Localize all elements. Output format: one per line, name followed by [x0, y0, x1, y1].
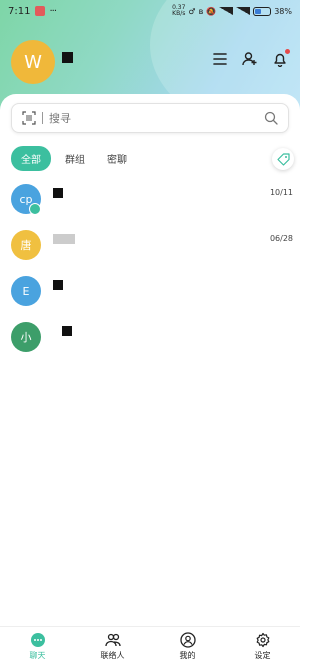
chat-name-redacted	[53, 234, 75, 244]
signal-icon	[219, 7, 234, 15]
chat-avatar: 唐	[11, 230, 41, 260]
nav-chat[interactable]: 聊天	[0, 627, 75, 666]
settings-gear-icon	[256, 632, 269, 648]
battery-value: 38	[274, 6, 285, 16]
chat-avatar-text: 小	[20, 331, 32, 344]
network-speed: 0.37 KB/s	[172, 5, 185, 17]
bottom-navigation: 聊天 联络人 我的 设定	[0, 626, 300, 666]
chat-time: 10/11	[269, 188, 293, 197]
tab-all[interactable]: 全部	[11, 146, 51, 171]
add-contact-button[interactable]	[242, 51, 258, 67]
search-icon[interactable]	[264, 111, 278, 125]
network-speed-unit: KB/s	[172, 10, 186, 17]
profile-icon	[179, 632, 196, 648]
chat-bubble-icon	[30, 633, 45, 647]
more-notifications-icon: ···	[49, 5, 57, 17]
nav-chat-label: 聊天	[29, 651, 46, 660]
tag-icon	[276, 152, 290, 166]
nfc-icon: ♂	[188, 6, 196, 16]
nav-settings-label: 设定	[254, 651, 271, 660]
bluetooth-icon: ʙ	[198, 6, 204, 16]
chat-avatar: E	[11, 276, 41, 306]
notification-dot	[285, 49, 290, 54]
tab-secret-chat[interactable]: 密聊	[99, 146, 135, 171]
scan-icon[interactable]	[22, 111, 36, 125]
nav-profile[interactable]: 我的	[150, 627, 225, 666]
status-time: 7:11	[8, 5, 31, 17]
chat-name-redacted	[53, 280, 63, 290]
chat-avatar-text: 唐	[20, 239, 32, 252]
status-bar: 7:11 ··· 0.37 KB/s ♂ ʙ 🔕 38%	[0, 0, 300, 22]
notification-app-icon	[35, 6, 46, 16]
chat-item[interactable]: 小	[0, 320, 300, 366]
notifications-button[interactable]	[272, 49, 290, 68]
chat-name-redacted	[53, 188, 63, 198]
chat-name-redacted	[62, 326, 72, 336]
nav-contacts[interactable]: 联络人	[75, 627, 150, 666]
search-divider	[42, 112, 43, 124]
nav-contacts-label: 联络人	[100, 651, 125, 660]
filter-tabs: 全部 群组 密聊	[11, 146, 135, 171]
chat-avatar: 小	[11, 322, 41, 352]
group-chat-icon	[29, 203, 41, 215]
nav-settings[interactable]: 设定	[225, 627, 300, 666]
chat-list: cp 10/11 唐 06/28 E 小	[0, 182, 300, 366]
search-bar[interactable]	[11, 103, 289, 133]
search-input[interactable]	[49, 111, 264, 125]
chat-time: 06/28	[269, 234, 293, 243]
username-redacted	[62, 52, 73, 63]
battery-icon	[253, 6, 272, 16]
chat-avatar-text: E	[22, 284, 30, 298]
menu-icon	[213, 53, 227, 65]
tag-button[interactable]	[272, 148, 294, 170]
chat-item[interactable]: E	[0, 274, 300, 320]
app-header: W	[0, 36, 300, 86]
add-user-icon	[242, 52, 257, 66]
contacts-icon	[104, 633, 121, 647]
chat-item[interactable]: cp 10/11	[0, 182, 300, 228]
nav-profile-label: 我的	[179, 651, 196, 660]
user-avatar-letter: W	[24, 51, 42, 73]
signal-icon-2	[236, 7, 251, 15]
menu-button[interactable]	[212, 51, 228, 67]
chat-item[interactable]: 唐 06/28	[0, 228, 300, 274]
tab-groups[interactable]: 群组	[57, 146, 93, 171]
battery-percent: 38%	[274, 6, 292, 16]
user-avatar[interactable]: W	[11, 40, 55, 84]
main-panel: 全部 群组 密聊 cp 10/11 唐 06/28 E	[0, 94, 300, 630]
mute-icon: 🔕	[206, 6, 217, 16]
